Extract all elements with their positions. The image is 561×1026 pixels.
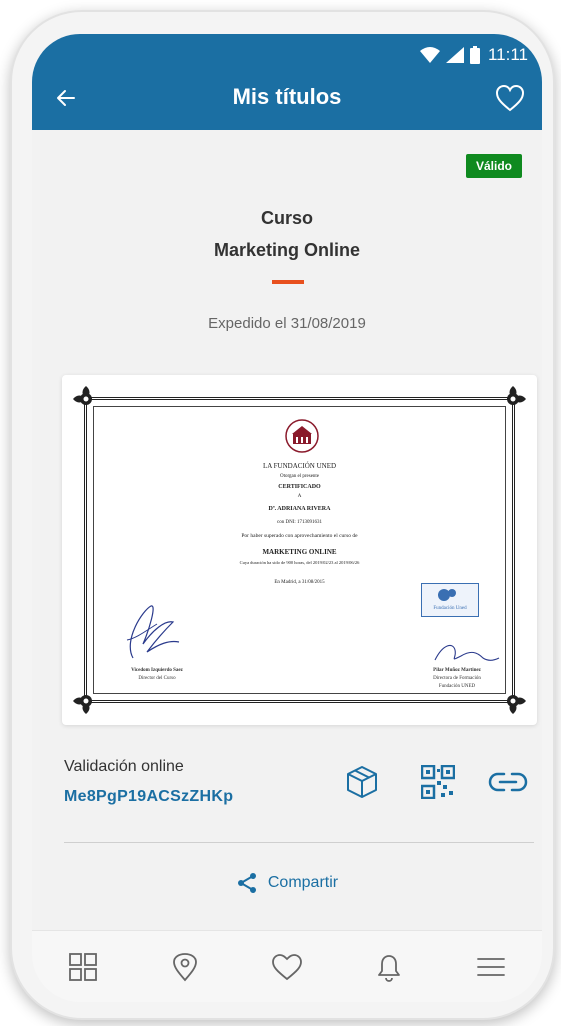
ornament-corner-icon (73, 386, 92, 405)
foundation-stamp: Fundación Uned (421, 583, 479, 617)
certificate-card[interactable]: LA FUNDACIÓN UNED Otorgan el presente CE… (62, 375, 537, 725)
course-name: Marketing Online (213, 240, 361, 260)
phone-frame: 11:11 Mis títulos Válido Curso Marketing… (10, 10, 555, 1020)
link-icon (488, 772, 528, 792)
nav-menu[interactable] (467, 943, 515, 991)
heart-outline-icon (272, 953, 302, 980)
blockchain-button[interactable] (342, 762, 382, 802)
cert-grants: Otorgan el presente (279, 474, 320, 479)
app-screen: 11:11 Mis títulos Válido Curso Marketing… (32, 34, 542, 1002)
battery-icon (469, 46, 480, 64)
accent-divider (272, 280, 304, 284)
box-3d-icon (347, 766, 377, 798)
signal-icon (445, 47, 464, 63)
share-icon (237, 873, 256, 893)
issued-date: Expedido el 31/08/2019 (208, 315, 366, 332)
right-org: Fundación UNED (438, 684, 476, 689)
right-role: Directora de Formación (433, 676, 481, 681)
cert-issuer: LA FUNDACIÓN UNED (262, 462, 337, 470)
nav-location[interactable] (161, 943, 209, 991)
status-bar: 11:11 (419, 44, 528, 66)
status-time: 11:11 (487, 45, 528, 64)
heart-outline-icon (495, 84, 525, 112)
status-icons (419, 46, 480, 64)
favorite-button[interactable] (490, 80, 530, 116)
stamp-text: Fundación Uned (433, 606, 467, 611)
signature-left (126, 605, 180, 659)
share-button[interactable]: Compartir (32, 872, 542, 894)
left-signatory: Vicedom Izquierdo Saez (131, 668, 183, 673)
page-title: Mis títulos (232, 84, 342, 109)
certificate-frame: LA FUNDACIÓN UNED Otorgan el presente CE… (73, 386, 526, 714)
nav-notifications[interactable] (365, 943, 413, 991)
link-button[interactable] (488, 762, 528, 802)
section-divider (64, 842, 534, 843)
cert-title: CERTIFICADO (278, 484, 321, 490)
cert-duration: Cuya duración ha sido de 900 horas, del … (239, 560, 360, 565)
course-type: Curso (260, 208, 313, 228)
signature-right (434, 644, 500, 661)
share-label: Compartir (267, 874, 339, 891)
ornament-corner-icon (507, 386, 526, 405)
location-pin-icon (173, 952, 197, 981)
validation-code[interactable]: Me8PgP19ACSzZHKp (64, 788, 233, 806)
qr-code-button[interactable] (418, 762, 458, 802)
left-role: Director del Curso (138, 676, 176, 681)
status-badge: Válido (465, 154, 522, 178)
cert-reason: Por haber superado con aprovechamiento e… (241, 533, 358, 539)
app-bar: 11:11 Mis títulos (32, 34, 542, 130)
stamp-logo-icon (438, 589, 456, 601)
cert-id: con DNI: 1713091631 (277, 520, 322, 525)
validation-label: Validación online (64, 758, 184, 775)
cert-recipient: Dª. ADRIANA RIVERA (268, 506, 331, 512)
ornament-corner-icon (507, 695, 526, 714)
grid-icon (69, 952, 97, 981)
university-seal-icon (285, 419, 319, 453)
qr-code-icon (421, 765, 455, 799)
nav-favorites[interactable] (263, 943, 311, 991)
bell-icon (378, 954, 400, 982)
right-signatory: Pilar Muñoz Martinez (433, 668, 481, 673)
wifi-icon (419, 47, 440, 63)
menu-icon (477, 957, 505, 976)
content: Válido Curso Marketing Online Expedido e… (32, 130, 542, 930)
nav-home[interactable] (59, 943, 107, 991)
bottom-navigation (32, 930, 542, 1002)
cert-course: MARKETING ONLINE (262, 548, 337, 556)
ornament-corner-icon (73, 695, 92, 714)
cert-to: A (297, 494, 302, 499)
